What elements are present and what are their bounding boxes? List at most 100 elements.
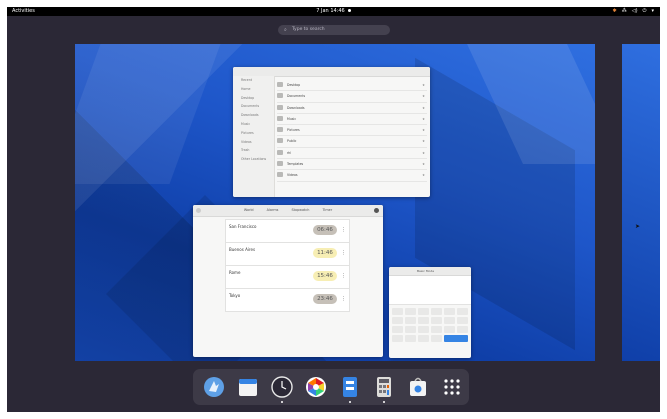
- calc-key[interactable]: [418, 326, 429, 333]
- calc-key[interactable]: [405, 326, 416, 333]
- file-row[interactable]: Pictures ★: [277, 125, 427, 137]
- calc-key[interactable]: [431, 335, 442, 342]
- file-row[interactable]: Public ★: [277, 136, 427, 148]
- folder-icon: [277, 138, 283, 144]
- clocks-app-icon[interactable]: [271, 376, 293, 403]
- time-badge: 23:46: [313, 294, 337, 304]
- calc-key[interactable]: [444, 308, 455, 315]
- calc-key[interactable]: [431, 308, 442, 315]
- folder-icon: [277, 161, 283, 167]
- calculator-window[interactable]: Basic Mode: [389, 267, 471, 358]
- files-app-icon[interactable]: [339, 376, 361, 403]
- calc-key[interactable]: [392, 326, 403, 333]
- more-icon[interactable]: ⋮: [341, 296, 346, 302]
- calc-key[interactable]: [392, 335, 403, 342]
- search-input[interactable]: ⌕ Type to search: [278, 25, 390, 35]
- sidebar-item[interactable]: Music: [233, 120, 274, 129]
- top-bar: Activities 7 Jan 14:46 ✱ ⁂ ◁) ⏻ ▾: [7, 7, 660, 16]
- calc-key[interactable]: [405, 317, 416, 324]
- system-tray[interactable]: ✱ ⁂ ◁) ⏻ ▾: [613, 7, 654, 16]
- more-icon[interactable]: ⋮: [341, 227, 346, 233]
- tab-timer[interactable]: Timer: [322, 208, 332, 212]
- calc-key[interactable]: [431, 326, 442, 333]
- sidebar-item[interactable]: Trash: [233, 146, 274, 155]
- show-applications-icon[interactable]: [441, 376, 463, 398]
- tab-world[interactable]: World: [244, 208, 254, 212]
- calc-key[interactable]: [405, 308, 416, 315]
- file-row[interactable]: Downloads ★: [277, 103, 427, 114]
- calculator-app-icon[interactable]: [373, 376, 395, 403]
- network-icon: ⁂: [621, 8, 627, 14]
- sidebar-item[interactable]: Downloads: [233, 111, 274, 120]
- folder-icon: [277, 127, 283, 133]
- calc-key[interactable]: [457, 317, 468, 324]
- running-indicator: [349, 401, 351, 403]
- list-item[interactable]: San Francisco 06:46 ⋮: [225, 219, 350, 242]
- sidebar-item[interactable]: Recent: [233, 76, 274, 85]
- search-placeholder: Type to search: [292, 27, 325, 32]
- equals-key[interactable]: [444, 335, 468, 342]
- calc-key[interactable]: [418, 308, 429, 315]
- calc-key[interactable]: [405, 335, 416, 342]
- running-indicator: [383, 401, 385, 403]
- folder-icon: [277, 172, 283, 178]
- time-badge: 11:46: [313, 248, 337, 258]
- tab-alarms[interactable]: Alarms: [267, 208, 279, 212]
- workspace-thumbnail[interactable]: Recent Home Desktop Documents Downloads …: [75, 44, 595, 361]
- next-workspace-thumbnail[interactable]: [622, 44, 660, 361]
- calc-key[interactable]: [418, 335, 429, 342]
- time-badge: 15:46: [313, 271, 337, 281]
- list-item[interactable]: Rome 15:46 ⋮: [225, 265, 350, 288]
- files-window[interactable]: Recent Home Desktop Documents Downloads …: [233, 67, 430, 197]
- sidebar-item[interactable]: Home: [233, 85, 274, 94]
- file-row[interactable]: Videos ★: [277, 170, 427, 182]
- folder-icon: [277, 149, 283, 155]
- file-row[interactable]: Documents ★: [277, 91, 427, 103]
- clocks-headerbar: World Alarms Stopwatch Timer: [193, 205, 383, 217]
- folder-icon: [277, 115, 283, 121]
- more-icon[interactable]: ⋮: [341, 250, 346, 256]
- file-row[interactable]: Music ★: [277, 114, 427, 126]
- running-indicator: [281, 401, 283, 403]
- calendar-app-icon[interactable]: [237, 376, 259, 398]
- calc-key[interactable]: [444, 317, 455, 324]
- calculator-mode[interactable]: Basic Mode: [389, 267, 471, 276]
- world-clock-list: San Francisco 06:46 ⋮ Buenos Aires 11:46 ⋮ R…: [225, 219, 350, 312]
- sidebar-item[interactable]: Desktop: [233, 94, 274, 103]
- files-sidebar: Recent Home Desktop Documents Downloads …: [233, 76, 275, 197]
- list-item[interactable]: Buenos Aires 11:46 ⋮: [225, 242, 350, 265]
- file-row[interactable]: Desktop ★: [277, 80, 427, 92]
- web-browser-icon[interactable]: [203, 376, 225, 398]
- calc-key[interactable]: [392, 308, 403, 315]
- calc-key[interactable]: [418, 317, 429, 324]
- calculator-keypad: [389, 305, 471, 345]
- folder-icon: [277, 82, 283, 87]
- files-list: Desktop ★ Documents ★ Downloads ★ Music ★ Pi…: [277, 80, 427, 182]
- sidebar-item[interactable]: Other Locations: [233, 155, 274, 164]
- calc-key[interactable]: [457, 326, 468, 333]
- calc-key[interactable]: [431, 317, 442, 324]
- calc-key[interactable]: [444, 326, 455, 333]
- close-icon[interactable]: [374, 208, 379, 213]
- dash: [193, 369, 469, 405]
- photos-app-icon[interactable]: [305, 376, 327, 398]
- clocks-tabs: World Alarms Stopwatch Timer: [193, 205, 383, 216]
- mouse-cursor-icon: ➤: [635, 223, 641, 230]
- clocks-window[interactable]: World Alarms Stopwatch Timer San Francis…: [193, 205, 383, 357]
- calc-key[interactable]: [392, 317, 403, 324]
- file-row[interactable]: Templates ★: [277, 159, 427, 171]
- sidebar-item[interactable]: Documents: [233, 102, 274, 111]
- sidebar-item[interactable]: Videos: [233, 138, 274, 147]
- power-icon: ⏻: [642, 8, 647, 14]
- clock-button[interactable]: 7 Jan 14:46: [7, 7, 660, 16]
- more-icon[interactable]: ⋮: [341, 273, 346, 279]
- folder-icon: [277, 104, 283, 110]
- file-row[interactable]: rhl ★: [277, 148, 427, 160]
- chevron-down-icon: ▾: [651, 8, 654, 14]
- tab-stopwatch[interactable]: Stopwatch: [291, 208, 309, 212]
- software-app-icon[interactable]: [407, 376, 429, 398]
- list-item[interactable]: Tokyo 23:46 ⋮: [225, 288, 350, 312]
- accessibility-icon: ✱: [612, 8, 617, 14]
- sidebar-item[interactable]: Pictures: [233, 129, 274, 138]
- calc-key[interactable]: [457, 308, 468, 315]
